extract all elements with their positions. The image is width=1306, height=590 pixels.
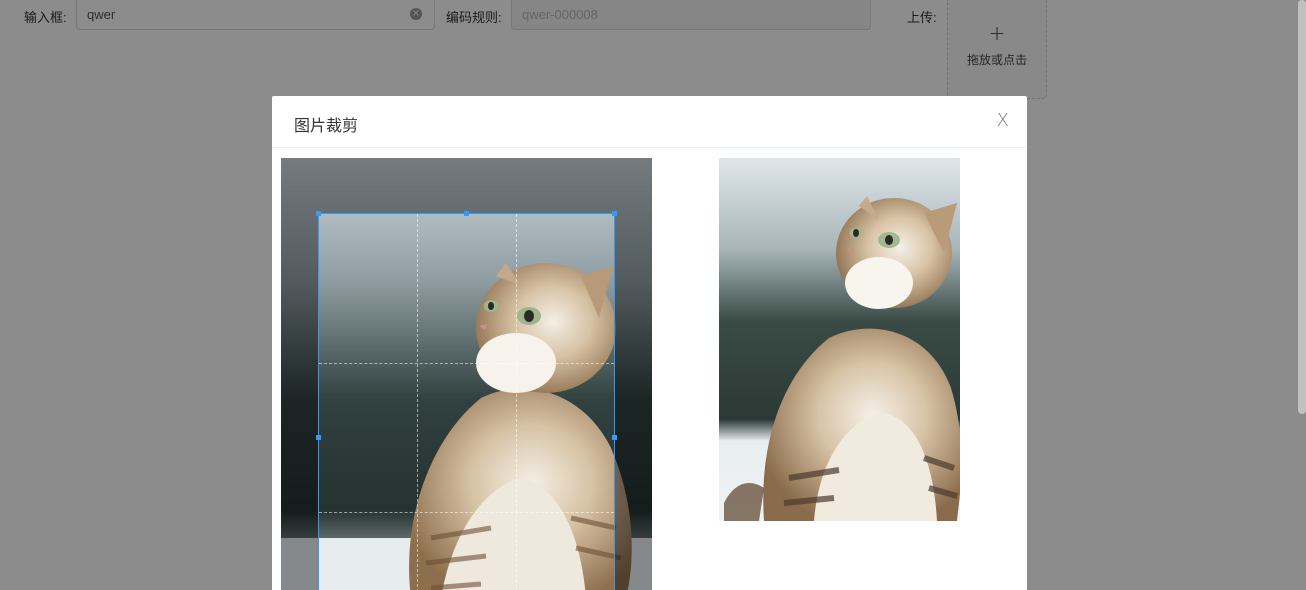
- crop-handle-e[interactable]: [612, 435, 617, 440]
- dialog-header: 图片裁剪 X: [272, 96, 1027, 148]
- close-icon[interactable]: X: [997, 110, 1009, 131]
- crop-handle-nw[interactable]: [316, 211, 321, 216]
- crop-guide-line: [516, 214, 517, 590]
- crop-handle-ne[interactable]: [612, 211, 617, 216]
- crop-dialog: 图片裁剪 X: [272, 96, 1027, 590]
- cropper-canvas[interactable]: [281, 158, 652, 590]
- page-scrollbar[interactable]: [1298, 0, 1306, 414]
- crop-guide-line: [417, 214, 418, 590]
- crop-selection[interactable]: [316, 211, 617, 590]
- crop-dim-right: [615, 213, 652, 590]
- dialog-title: 图片裁剪: [294, 118, 359, 135]
- crop-handle-n[interactable]: [464, 211, 469, 216]
- crop-handle-w[interactable]: [316, 435, 321, 440]
- crop-guide-line: [319, 363, 614, 364]
- crop-dim-top: [281, 158, 652, 213]
- crop-dim-left: [281, 213, 318, 590]
- crop-guide-line: [319, 512, 614, 513]
- cat-preview-image: [719, 158, 960, 521]
- crop-preview: [719, 158, 960, 521]
